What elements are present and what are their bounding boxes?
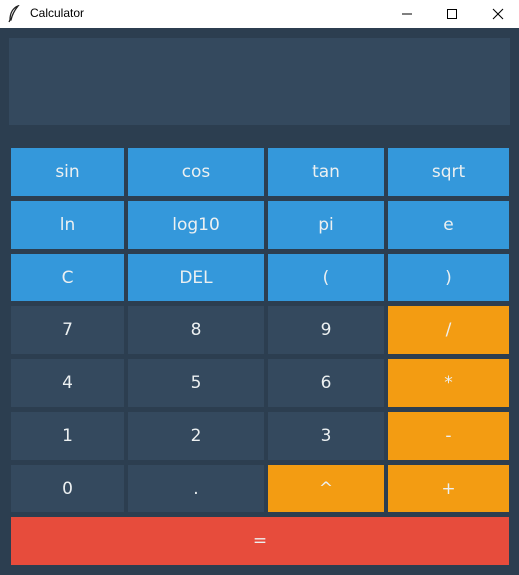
divide-button[interactable]: /: [388, 306, 509, 354]
e-button[interactable]: e: [388, 201, 509, 249]
log10-button[interactable]: log10: [128, 201, 264, 249]
digit-3-button[interactable]: 3: [268, 412, 384, 460]
equals-button[interactable]: =: [11, 517, 509, 565]
minus-button[interactable]: -: [388, 412, 509, 460]
digit-7-button[interactable]: 7: [11, 306, 124, 354]
plus-button[interactable]: +: [388, 465, 509, 512]
sqrt-button[interactable]: sqrt: [388, 148, 509, 196]
right-paren-button[interactable]: ): [388, 254, 509, 301]
minimize-icon: [401, 8, 413, 20]
multiply-button[interactable]: *: [388, 359, 509, 407]
cos-button[interactable]: cos: [128, 148, 264, 196]
digit-5-button[interactable]: 5: [128, 359, 264, 407]
decimal-point-button[interactable]: .: [128, 465, 264, 512]
maximize-icon: [446, 8, 458, 20]
close-icon: [492, 8, 504, 20]
feather-icon: [7, 4, 21, 23]
power-button[interactable]: ^: [268, 465, 384, 512]
sin-button[interactable]: sin: [11, 148, 124, 196]
pi-button[interactable]: pi: [268, 201, 384, 249]
delete-button[interactable]: DEL: [128, 254, 264, 301]
window-title: Calculator: [30, 6, 85, 20]
calculator-display[interactable]: [9, 38, 510, 125]
digit-8-button[interactable]: 8: [128, 306, 264, 354]
tan-button[interactable]: tan: [268, 148, 384, 196]
ln-button[interactable]: ln: [11, 201, 124, 249]
digit-0-button[interactable]: 0: [11, 465, 124, 512]
clear-button[interactable]: C: [11, 254, 124, 301]
digit-2-button[interactable]: 2: [128, 412, 264, 460]
digit-6-button[interactable]: 6: [268, 359, 384, 407]
maximize-button[interactable]: [429, 0, 475, 28]
title-bar: Calculator: [0, 0, 519, 28]
left-paren-button[interactable]: (: [268, 254, 384, 301]
minimize-button[interactable]: [384, 0, 430, 28]
digit-9-button[interactable]: 9: [268, 306, 384, 354]
close-button[interactable]: [475, 0, 519, 28]
digit-4-button[interactable]: 4: [11, 359, 124, 407]
digit-1-button[interactable]: 1: [11, 412, 124, 460]
